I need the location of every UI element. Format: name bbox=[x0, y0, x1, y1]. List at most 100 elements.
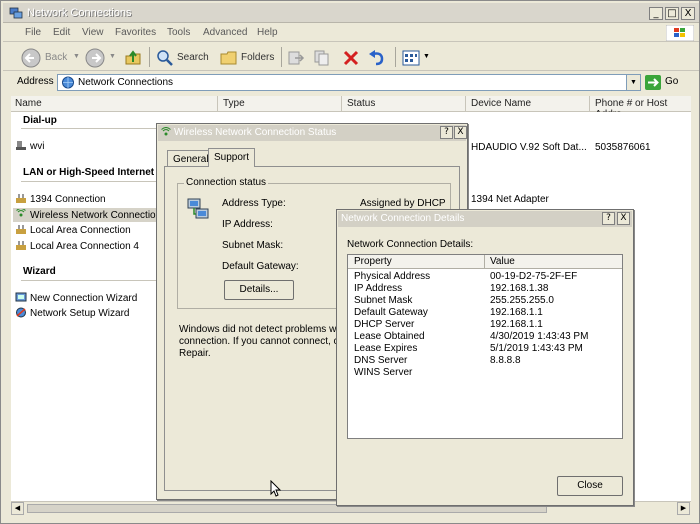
group-divider bbox=[21, 280, 157, 281]
details-row[interactable]: DHCP Server 192.168.1.1 bbox=[354, 319, 543, 330]
back-dropdown-icon[interactable]: ▼ bbox=[73, 53, 80, 60]
menu-favorites[interactable]: Favorites bbox=[115, 27, 156, 38]
row-property: WINS Server bbox=[354, 367, 413, 378]
dialog-close-button[interactable]: X bbox=[454, 126, 467, 139]
menu-file[interactable]: File bbox=[25, 27, 41, 38]
details-button[interactable]: Details... bbox=[224, 280, 294, 300]
list-item-selected[interactable]: Wireless Network Connection bbox=[13, 208, 161, 222]
scroll-right-icon[interactable]: ▶ bbox=[677, 502, 690, 515]
column-status[interactable]: Status bbox=[347, 98, 375, 109]
tab-support[interactable]: Support bbox=[208, 148, 256, 167]
help-button[interactable]: ? bbox=[602, 212, 615, 225]
windows-logo-icon bbox=[666, 25, 694, 41]
menu-help[interactable]: Help bbox=[257, 27, 278, 38]
dialog-titlebar[interactable]: Network Connection Details ? X bbox=[338, 211, 632, 227]
forward-dropdown-icon[interactable]: ▼ bbox=[109, 53, 116, 60]
details-row[interactable]: Physical Address 00-19-D2-75-2F-EF bbox=[354, 271, 577, 282]
column-separator[interactable] bbox=[465, 96, 466, 112]
toolbar-separator bbox=[281, 47, 282, 67]
list-item[interactable]: Network Setup Wizard bbox=[15, 307, 129, 319]
toolbar-separator bbox=[395, 47, 396, 67]
item-device: HDAUDIO V.92 Soft Dat... bbox=[471, 142, 587, 153]
column-value[interactable]: Value bbox=[490, 256, 515, 267]
column-device-name[interactable]: Device Name bbox=[471, 98, 531, 109]
list-item[interactable]: Local Area Connection bbox=[15, 224, 131, 236]
item-name: 1394 Connection bbox=[30, 194, 106, 205]
menu-edit[interactable]: Edit bbox=[53, 27, 70, 38]
column-separator[interactable] bbox=[341, 96, 342, 112]
views-dropdown-icon[interactable]: ▼ bbox=[423, 53, 430, 60]
column-name[interactable]: Name bbox=[15, 98, 42, 109]
list-item[interactable]: wvi bbox=[15, 140, 44, 152]
maximize-button[interactable]: □ bbox=[665, 7, 679, 20]
details-list[interactable]: Property Value Physical Address 00-19-D2-… bbox=[347, 254, 623, 439]
details-row[interactable]: Subnet Mask 255.255.255.0 bbox=[354, 295, 554, 306]
views-icon[interactable] bbox=[401, 48, 421, 68]
status-message: Windows did not detect problems with con… bbox=[179, 324, 347, 360]
details-row[interactable]: Lease Expires 5/1/2019 1:43:43 PM bbox=[354, 343, 583, 354]
help-button[interactable]: ? bbox=[440, 126, 453, 139]
close-details-button[interactable]: Close bbox=[557, 476, 623, 496]
details-row[interactable]: IP Address 192.168.1.38 bbox=[354, 283, 548, 294]
address-input[interactable]: Network Connections ▼ bbox=[57, 74, 641, 91]
wizard-icon bbox=[15, 292, 27, 302]
folders-icon[interactable] bbox=[219, 48, 239, 68]
menu-advanced[interactable]: Advanced bbox=[203, 27, 247, 38]
address-dropdown-icon[interactable]: ▼ bbox=[626, 75, 640, 90]
close-button[interactable]: X bbox=[681, 7, 695, 20]
status-message-line: connection. If you cannot connect, cli bbox=[179, 336, 343, 347]
move-to-icon[interactable] bbox=[287, 49, 305, 67]
group-header-wizard: Wizard bbox=[23, 266, 56, 277]
forward-arrow-icon[interactable] bbox=[85, 48, 105, 68]
details-row[interactable]: DNS Server 8.8.8.8 bbox=[354, 355, 521, 366]
row-value: 192.168.1.1 bbox=[490, 307, 543, 318]
network-adapter-icon bbox=[16, 241, 26, 250]
search-icon[interactable] bbox=[155, 48, 175, 68]
menu-bar: File Edit View Favorites Tools Advanced … bbox=[3, 24, 699, 42]
menu-tools[interactable]: Tools bbox=[167, 27, 190, 38]
group-header-lan: LAN or High-Speed Internet bbox=[23, 167, 155, 178]
toolbar: Back ▼ ▼ Search Folders ▼ bbox=[3, 43, 699, 71]
dialog-titlebar[interactable]: Wireless Network Connection Status ? X bbox=[158, 125, 467, 141]
details-row[interactable]: Default Gateway 192.168.1.1 bbox=[354, 307, 543, 318]
column-separator[interactable] bbox=[484, 255, 485, 269]
group-divider bbox=[21, 181, 157, 182]
back-button-label[interactable]: Back bbox=[45, 52, 67, 63]
address-type-label: Address Type: bbox=[222, 198, 286, 209]
row-value: 255.255.255.0 bbox=[490, 295, 554, 306]
details-list-header: Property Value bbox=[348, 255, 622, 269]
delete-icon[interactable] bbox=[341, 48, 361, 68]
go-arrow-icon[interactable] bbox=[645, 75, 661, 90]
list-item[interactable]: New Connection Wizard bbox=[15, 292, 137, 304]
network-connections-icon bbox=[62, 76, 74, 89]
column-separator[interactable] bbox=[217, 96, 218, 112]
network-adapter-icon bbox=[16, 225, 26, 234]
search-button-label[interactable]: Search bbox=[177, 52, 209, 63]
column-property[interactable]: Property bbox=[354, 256, 392, 267]
copy-to-icon[interactable] bbox=[313, 49, 331, 67]
row-property: Default Gateway bbox=[354, 307, 428, 318]
list-item[interactable]: 1394 Connection bbox=[15, 193, 106, 205]
column-separator[interactable] bbox=[589, 96, 590, 112]
window-titlebar[interactable]: Network Connections _ □ X bbox=[3, 3, 699, 23]
row-property: Lease Obtained bbox=[354, 331, 425, 342]
column-type[interactable]: Type bbox=[223, 98, 245, 109]
go-button-label[interactable]: Go bbox=[665, 76, 678, 87]
network-computers-icon bbox=[187, 198, 209, 219]
dialog-close-button[interactable]: X bbox=[617, 212, 630, 225]
folders-button-label[interactable]: Folders bbox=[241, 52, 274, 63]
status-message-line: Repair. bbox=[179, 348, 211, 359]
address-bar: Address Network Connections ▼ Go bbox=[3, 72, 699, 94]
details-row[interactable]: WINS Server bbox=[354, 367, 412, 378]
row-value: 4/30/2019 1:43:43 PM bbox=[490, 331, 589, 342]
scroll-left-icon[interactable]: ◀ bbox=[11, 502, 24, 515]
up-folder-icon[interactable] bbox=[123, 48, 143, 68]
minimize-button[interactable]: _ bbox=[649, 7, 663, 20]
undo-icon[interactable] bbox=[367, 48, 387, 68]
back-arrow-icon[interactable] bbox=[21, 48, 41, 68]
group-divider bbox=[21, 128, 157, 129]
list-item[interactable]: Local Area Connection 4 bbox=[15, 240, 139, 252]
address-label: Address bbox=[17, 76, 54, 87]
menu-view[interactable]: View bbox=[82, 27, 104, 38]
details-row[interactable]: Lease Obtained 4/30/2019 1:43:43 PM bbox=[354, 331, 588, 342]
